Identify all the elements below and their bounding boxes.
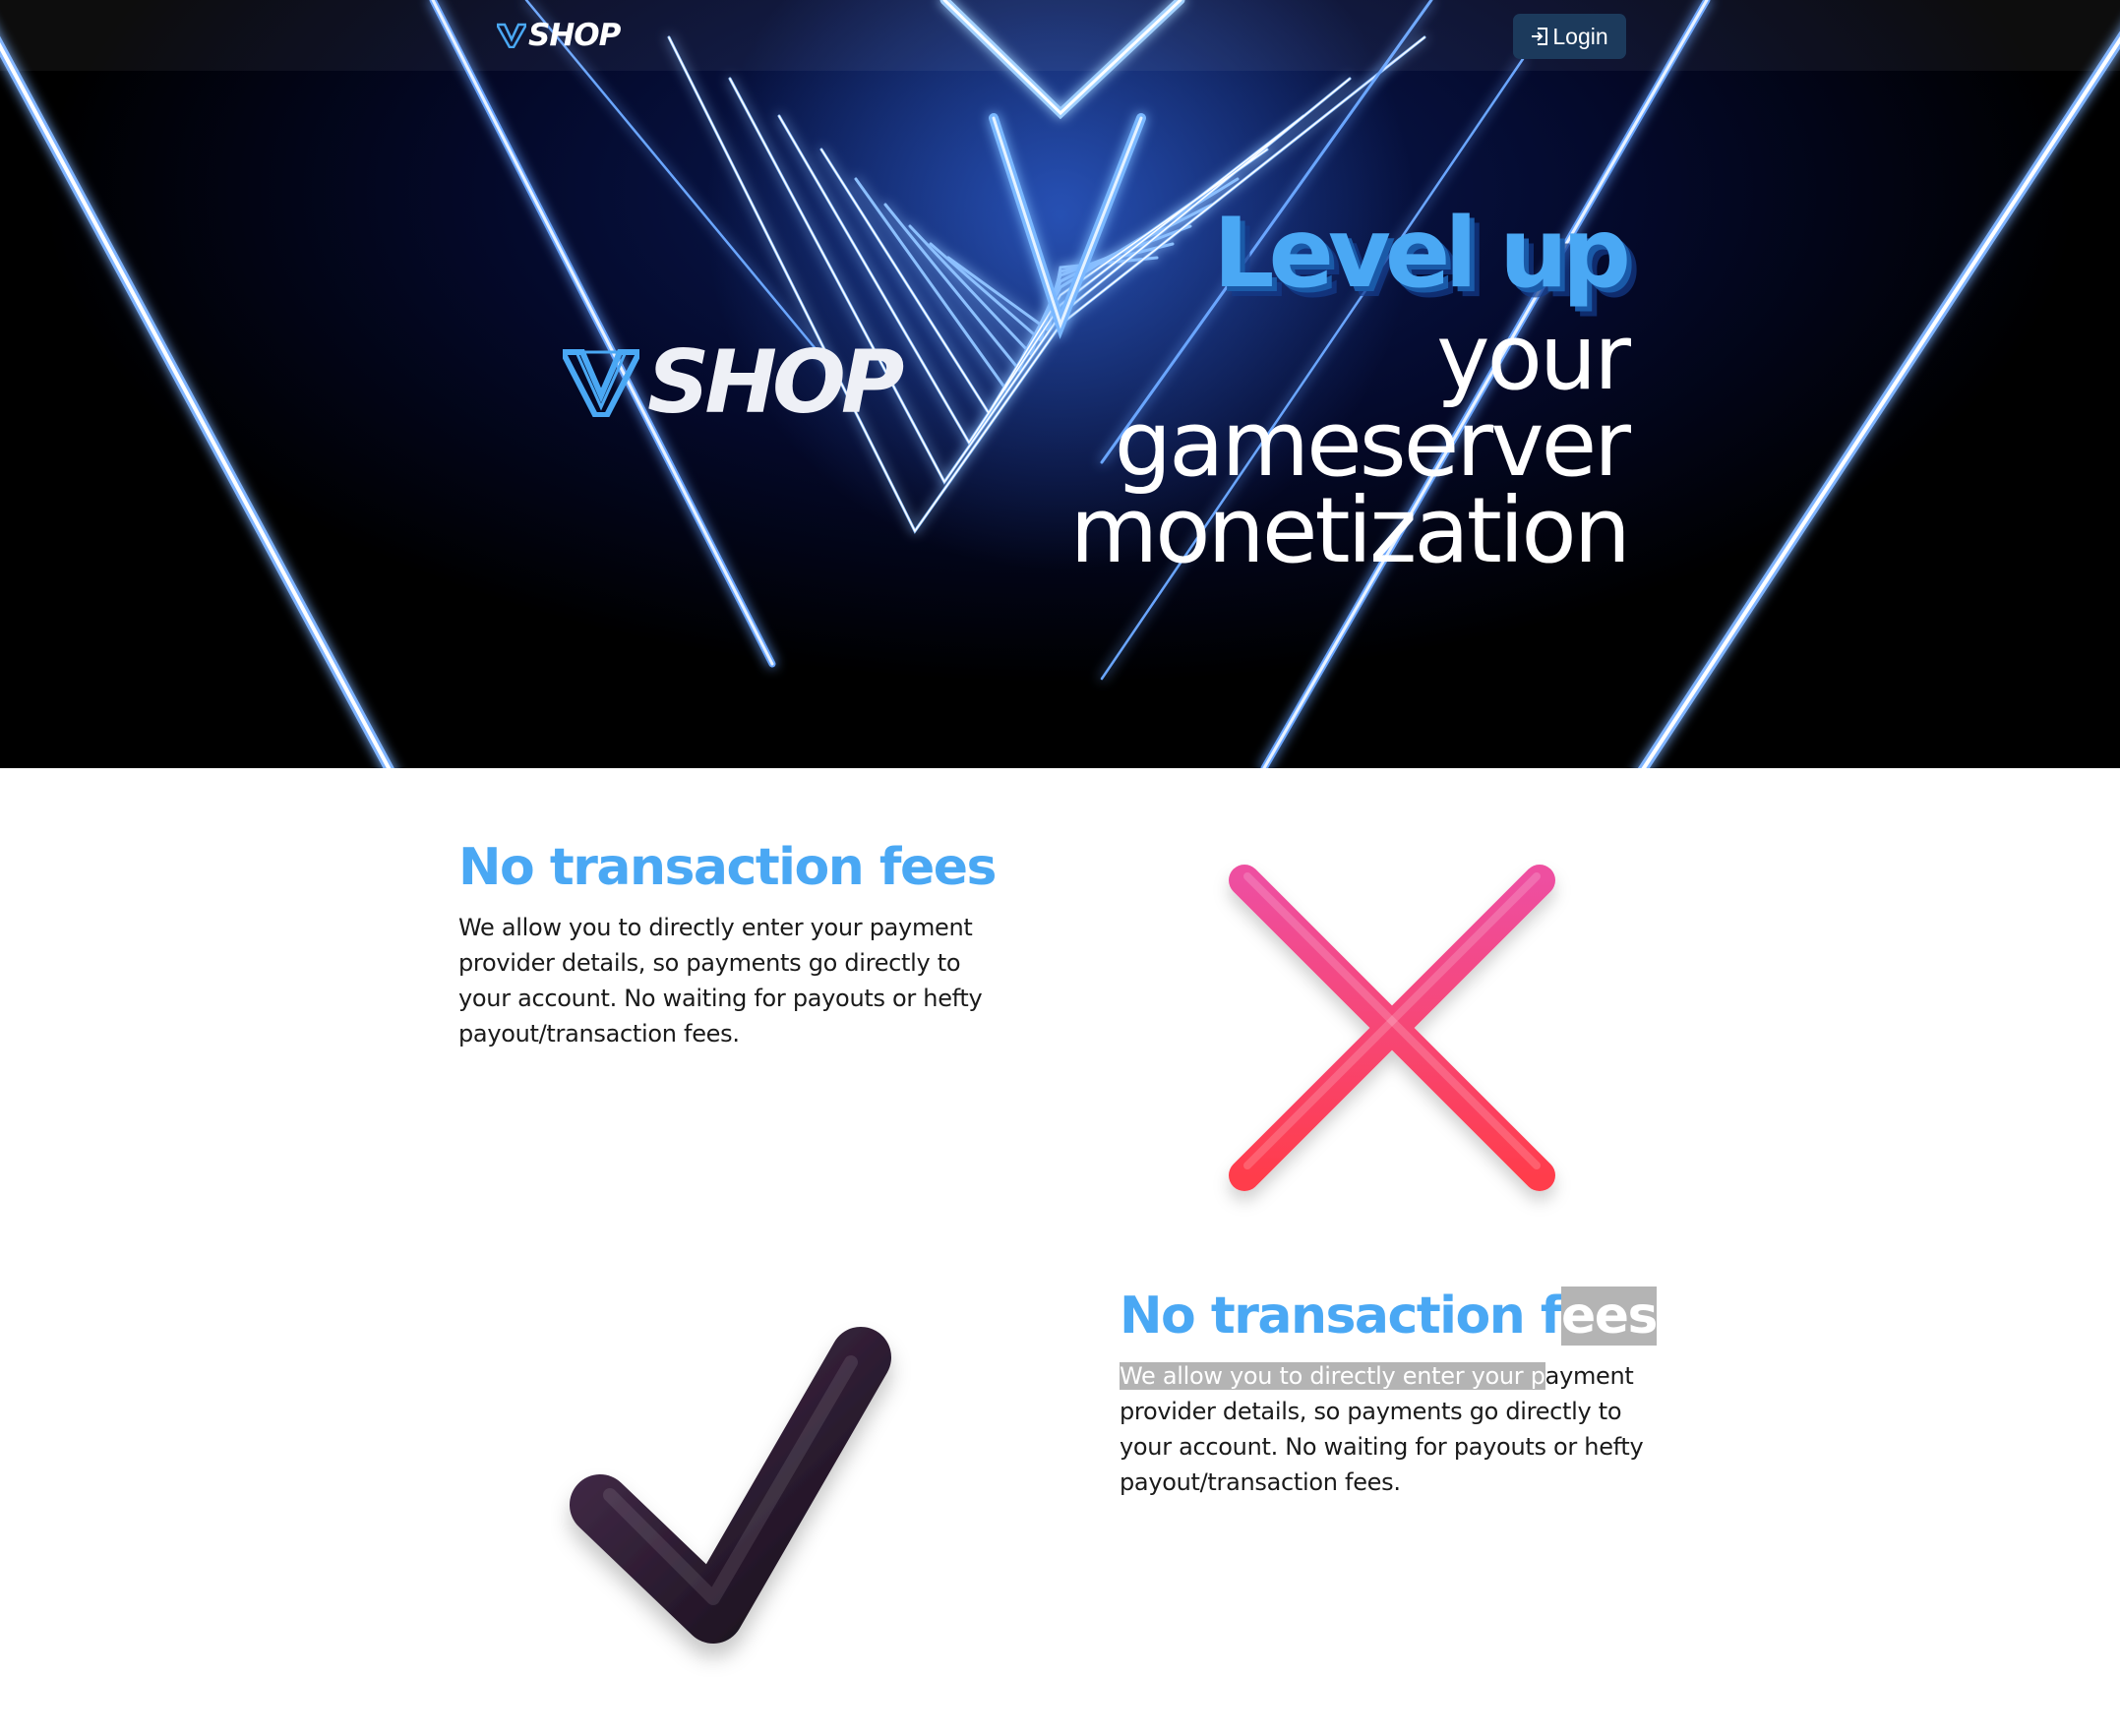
headline-line-1: your <box>1436 305 1631 410</box>
feature-title-text: No transaction f <box>1120 1287 1562 1346</box>
checkmark-icon <box>570 1327 891 1644</box>
headline-line-3: monetization <box>1069 478 1631 583</box>
nav-brand-text: SHOP <box>528 18 621 53</box>
login-button[interactable]: Login <box>1513 14 1626 59</box>
login-icon <box>1532 28 1548 45</box>
top-navbar: SHOP Login <box>0 0 2120 71</box>
cross-icon <box>1229 865 1555 1191</box>
nav-logo[interactable]: SHOP <box>497 18 621 53</box>
headline-line-2: gameserver <box>1114 391 1631 497</box>
feature-description: We allow you to directly enter your paym… <box>458 914 983 1048</box>
hero-banner: SHOP Login SHOP Level up your gameserver… <box>0 0 2120 768</box>
feature-title-selected: ees <box>1560 1287 1658 1346</box>
v-logo-icon <box>563 349 639 417</box>
feature-description: We allow you to directly enter your paym… <box>1120 1358 1670 1500</box>
v-logo-icon <box>497 23 526 48</box>
login-label: Login <box>1552 23 1608 49</box>
feature-description-selected: We allow you to directly enter your p <box>1120 1362 1545 1390</box>
feature-title: No transaction fees <box>1120 1287 1658 1346</box>
headline-accent: Level up <box>1213 198 1631 310</box>
feature-title: No transaction fees <box>458 838 997 897</box>
